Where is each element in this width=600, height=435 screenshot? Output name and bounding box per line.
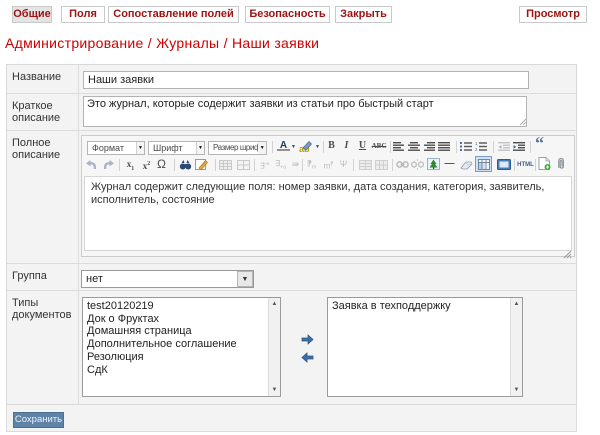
svg-text:1: 1 (475, 142, 478, 146)
svg-text:2: 2 (475, 147, 478, 151)
